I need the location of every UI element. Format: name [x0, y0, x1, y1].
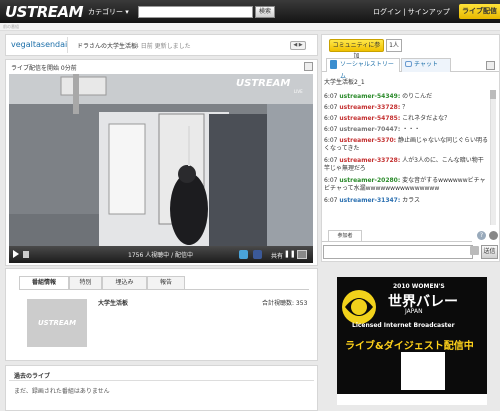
chat-text: ？	[402, 104, 409, 111]
search-input[interactable]	[138, 6, 253, 18]
pause-icon[interactable]: ❚❚	[284, 250, 296, 258]
chat-message: 6:07 ustreamer-33728: 人が3人のに、こんな暗い物干竿じゃ無…	[324, 157, 489, 173]
chat-scrollbar[interactable]	[490, 90, 496, 225]
total-views: 合計視聴数: 353	[262, 300, 308, 307]
chat-username[interactable]: ustreamer-54785:	[339, 115, 400, 122]
live-broadcast-button[interactable]: ライブ配信	[459, 4, 500, 19]
tab-program-info[interactable]: 番組情報	[19, 276, 69, 289]
divider	[9, 380, 314, 381]
viewer-count: 1756 人視聴中 / 配信中	[128, 252, 194, 259]
past-live-heading: 過去のライブ	[14, 373, 51, 380]
avatar-icon	[470, 246, 479, 255]
chat-time: 6:07	[324, 115, 338, 122]
chat-room-name: 大学生活板2_1	[324, 79, 365, 86]
ad-promo: ライブ&ダイジェスト配信中	[345, 341, 474, 352]
chat-time: 6:07	[324, 157, 338, 164]
ad-title: 世界バレー	[388, 294, 458, 310]
ad-licensed-line: Licensed Internet Broadcaster	[352, 322, 455, 329]
program-name: 大学生活板	[98, 300, 129, 307]
join-community-button[interactable]: コミュニティに参加	[329, 39, 384, 60]
tab-special[interactable]: 特別	[69, 276, 102, 289]
chat-username[interactable]: ustreamer-20280:	[339, 177, 400, 184]
chat-username[interactable]: ustreamer-70447:	[339, 126, 400, 133]
breadcrumb[interactable]: 前の番組	[3, 24, 19, 30]
chat-time: 6:07	[324, 197, 338, 204]
tab-participants[interactable]: 参加者	[328, 230, 362, 241]
sub-bar	[0, 23, 500, 31]
gear-icon[interactable]	[489, 231, 498, 240]
divider	[67, 37, 68, 53]
video-watermark-live: LIVE	[294, 89, 303, 94]
divider	[322, 241, 472, 242]
popout-icon[interactable]	[486, 61, 495, 70]
chat-username[interactable]: ustreamer-5370:	[339, 137, 396, 144]
chat-time: 6:07	[324, 104, 338, 111]
video-scene	[9, 74, 313, 246]
tab-social-stream[interactable]: ソーシャルストリーム	[326, 58, 400, 80]
chat-message: 6:07 ustreamer-54785: これネタだよな？	[324, 115, 489, 123]
send-button[interactable]: 送信	[481, 245, 498, 259]
chat-username[interactable]: ustreamer-54349:	[339, 93, 400, 100]
chat-message-list: 6:07 ustreamer-54349: のりこんだ 6:07 ustreame…	[324, 93, 489, 223]
chat-time: 6:07	[324, 93, 338, 100]
share-button[interactable]: 共有	[271, 251, 283, 260]
login-signup-link[interactable]: ログイン | サインアップ	[373, 7, 450, 17]
ad-url[interactable]: http://www.longtaillivestation.jp/sebare	[357, 397, 455, 403]
ustream-logo[interactable]: USTREAM	[5, 3, 84, 21]
past-live-empty-text: まだ、録画された番組はありません	[14, 388, 110, 395]
chat-message: 6:07 ustreamer-33728: ？	[324, 104, 489, 112]
chat-text: のりこんだ	[402, 93, 433, 100]
chat-scrollbar-thumb[interactable]	[490, 90, 496, 99]
popout-icon[interactable]	[304, 62, 313, 71]
help-icon[interactable]: ?	[477, 231, 486, 240]
prev-next-arrows[interactable]: ◀ ▶	[290, 41, 306, 50]
ad-year: 2010 WOMEN'S	[393, 283, 445, 290]
thumbnail-logo: USTREAM	[38, 319, 77, 327]
channel-title[interactable]: ドラさんの大学生活板	[77, 41, 137, 50]
twitter-icon[interactable]	[239, 250, 248, 259]
facebook-icon[interactable]	[253, 250, 262, 259]
chat-username[interactable]: ustreamer-31347:	[339, 197, 400, 204]
tab-embed[interactable]: 埋込み	[102, 276, 147, 289]
chat-bubble-icon	[405, 61, 412, 67]
social-stream-icon	[330, 60, 337, 69]
chat-message: 6:07 ustreamer-5370: 静止画じゃないな同じぐらい明るくなって…	[324, 137, 489, 153]
community-count: 1人	[386, 39, 402, 52]
search-button[interactable]: 検索	[255, 6, 275, 18]
chat-time: 6:07	[324, 137, 338, 144]
chat-input[interactable]	[323, 245, 473, 259]
chat-text: これネタだよな？	[402, 115, 451, 122]
updated-text: 4 日前 更新しました	[135, 43, 191, 50]
chat-text: カラス	[402, 197, 421, 204]
chat-message: 6:07 ustreamer-20280: 変な音がするwwwwwwビチャビチャ…	[324, 177, 489, 193]
fullscreen-icon[interactable]	[297, 250, 307, 259]
video-frame[interactable]	[9, 74, 313, 246]
chat-time: 6:07	[324, 126, 338, 133]
channel-name[interactable]: vegaltasendai	[11, 40, 67, 49]
volume-icon[interactable]	[23, 251, 29, 258]
chat-username[interactable]: ustreamer-33728:	[339, 104, 400, 111]
ad-japan: JAPAN	[405, 308, 423, 315]
chat-time: 6:07	[324, 177, 338, 184]
video-watermark: USTREAM	[236, 78, 291, 89]
chat-message: 6:07 ustreamer-54349: のりこんだ	[324, 93, 489, 101]
live-start-text: ライブ配信を開始 0分前	[11, 65, 77, 72]
divider	[19, 289, 309, 290]
tab-report[interactable]: 報告	[147, 276, 185, 289]
chat-message: 6:07 ustreamer-31347: カラス	[324, 197, 489, 205]
ad-badge-image	[401, 352, 445, 390]
play-icon[interactable]	[13, 250, 19, 258]
chat-username[interactable]: ustreamer-33728:	[339, 157, 400, 164]
chat-text: ・・・	[402, 126, 421, 133]
chat-message: 6:07 ustreamer-70447: ・・・	[324, 126, 489, 134]
category-menu[interactable]: カテゴリー ▾	[88, 7, 129, 17]
